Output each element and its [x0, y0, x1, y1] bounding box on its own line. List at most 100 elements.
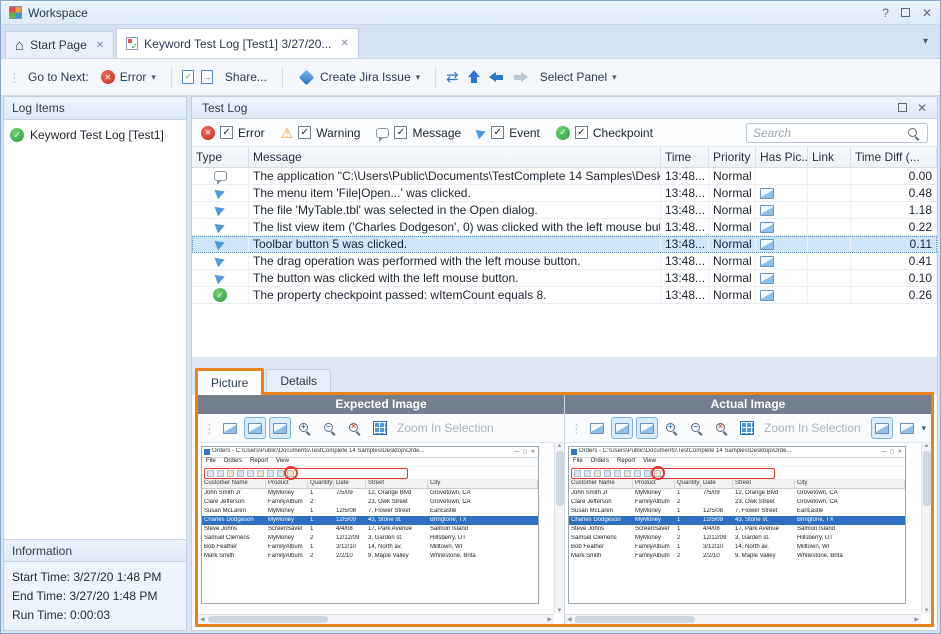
filter-message[interactable]: ✓ Message [376, 126, 461, 140]
zoom-in-icon[interactable]: + [294, 417, 316, 439]
orders-cell: 7, Flower Street [366, 508, 428, 515]
scroll-left-icon[interactable]: ◀ [200, 616, 205, 623]
zoom-in-icon[interactable]: + [661, 417, 683, 439]
column-time[interactable]: Time [661, 147, 709, 167]
tab-close-icon[interactable]: ✕ [96, 40, 104, 51]
chevron-down-icon[interactable]: ▾ [921, 423, 926, 434]
event-checkbox[interactable]: ✓ [491, 126, 504, 139]
search-icon[interactable] [907, 126, 921, 140]
log-time-diff-cell: 0.41 [851, 253, 937, 269]
filter-checkpoint[interactable]: ✓ Checkpoint [556, 126, 653, 140]
go-to-error-button[interactable]: Error ▾ [96, 67, 161, 87]
jump-to-source-icon[interactable]: ⇄ [446, 70, 459, 85]
log-row[interactable]: The application "C:\Users\Public\Documen… [192, 168, 937, 185]
view-expected-icon[interactable] [244, 417, 266, 439]
horizontal-scrollbar[interactable]: ◀ ▶ [198, 614, 554, 624]
picture-icon[interactable] [760, 256, 774, 267]
share-button[interactable]: Share... [220, 67, 272, 87]
vertical-scrollbar[interactable]: ▲ ▼ [554, 443, 564, 614]
zoom-out-icon[interactable]: − [319, 417, 341, 439]
toolbar-grip[interactable]: ⋮ [570, 422, 583, 435]
horizontal-scrollbar[interactable]: ◀ ▶ [565, 614, 921, 624]
scroll-up-icon[interactable]: ▲ [557, 443, 563, 449]
log-row[interactable]: The menu item 'File|Open...' was clicked… [192, 185, 937, 202]
picture-icon[interactable] [760, 205, 774, 216]
picture-icon[interactable] [760, 273, 774, 284]
restore-button[interactable] [901, 7, 910, 19]
copy-image-icon[interactable] [586, 417, 608, 439]
tab-details[interactable]: Details [266, 369, 331, 392]
toolbar-grip[interactable]: ⋮ [203, 422, 216, 435]
float-panel-icon[interactable] [898, 103, 907, 112]
forward-icon[interactable] [512, 70, 528, 85]
copy-image-icon[interactable] [219, 417, 241, 439]
tab-list-dropdown-icon[interactable]: ▾ [923, 36, 928, 47]
column-type[interactable]: Type [192, 147, 249, 167]
zoom-selection-icon[interactable] [736, 417, 758, 439]
picture-icon[interactable] [760, 222, 774, 233]
scroll-left-icon[interactable]: ◀ [567, 616, 572, 623]
log-row[interactable]: The property checkpoint passed: wItemCou… [192, 287, 937, 304]
scrollbar-thumb[interactable] [575, 616, 695, 623]
log-row[interactable]: The drag operation was performed with th… [192, 253, 937, 270]
zoom-reset-icon[interactable]: ✕ [711, 417, 733, 439]
zoom-selection-icon[interactable] [369, 417, 391, 439]
view-comparison-icon[interactable] [636, 417, 658, 439]
orders-grid-row: Samuel Clemens MyMoney 2 12/12/09 3, Gar… [569, 534, 905, 543]
tab-start-page[interactable]: ⌂ Start Page ✕ [5, 31, 114, 58]
show-difference-icon[interactable] [871, 417, 893, 439]
column-has-picture[interactable]: Has Pic... [756, 147, 808, 167]
view-actual-icon[interactable] [611, 417, 633, 439]
column-link[interactable]: Link [808, 147, 851, 167]
filter-error[interactable]: ✓ Error [201, 126, 265, 140]
scroll-right-icon[interactable]: ▶ [914, 616, 919, 623]
toolbar-grip[interactable]: ⋮ [8, 71, 21, 84]
search-input[interactable] [753, 126, 907, 140]
close-button[interactable]: ✕ [922, 7, 932, 19]
picture-options-icon[interactable] [896, 417, 918, 439]
close-panel-icon[interactable]: ✕ [917, 102, 927, 114]
checkpoint-checkbox[interactable]: ✓ [575, 126, 588, 139]
orders-app-screenshot: Orders - C:\Users\Public\Documents\TestC… [201, 446, 539, 604]
column-message[interactable]: Message [249, 147, 661, 167]
filter-warning[interactable]: ⚠ ✓ Warning [281, 126, 361, 140]
column-priority[interactable]: Priority [709, 147, 756, 167]
log-row[interactable]: The list view item ('Charles Dodgeson', … [192, 219, 937, 236]
up-one-level-icon[interactable] [466, 70, 482, 85]
log-row[interactable]: Toolbar button 5 was clicked. 13:48... N… [192, 236, 937, 253]
vertical-scrollbar[interactable]: ▲ ▼ [921, 443, 931, 614]
search-box[interactable] [746, 123, 928, 143]
view-comparison-icon[interactable] [269, 417, 291, 439]
select-panel-button[interactable]: Select Panel ▾ [535, 67, 622, 87]
scroll-up-icon[interactable]: ▲ [924, 443, 930, 449]
tree-item-keyword-test-log[interactable]: Keyword Test Log [Test1] [4, 125, 186, 145]
picture-icon[interactable] [760, 188, 774, 199]
tab-picture[interactable]: Picture [195, 368, 264, 395]
picture-icon[interactable] [760, 290, 774, 301]
orders-titlebar: Orders - C:\Users\Public\Documents\TestC… [569, 447, 905, 458]
message-checkbox[interactable]: ✓ [394, 126, 407, 139]
picture-icon[interactable] [760, 239, 774, 250]
scrollbar-thumb[interactable] [923, 451, 931, 506]
scroll-down-icon[interactable]: ▼ [924, 608, 930, 614]
warning-checkbox[interactable]: ✓ [298, 126, 311, 139]
scroll-down-icon[interactable]: ▼ [557, 608, 563, 614]
create-jira-issue-button[interactable]: Create Jira Issue ▾ [293, 67, 425, 87]
tab-close-icon[interactable]: ✕ [340, 38, 348, 49]
scrollbar-thumb[interactable] [556, 451, 564, 506]
help-button[interactable]: ? [882, 7, 889, 19]
error-checkbox[interactable]: ✓ [220, 126, 233, 139]
zoom-reset-icon[interactable]: ✕ [344, 417, 366, 439]
tab-keyword-test-log[interactable]: Keyword Test Log [Test1] 3/27/20... ✕ [116, 28, 359, 58]
scroll-right-icon[interactable]: ▶ [547, 616, 552, 623]
export-results-icon[interactable] [182, 70, 194, 84]
scrollbar-thumb[interactable] [208, 616, 328, 623]
log-row[interactable]: The button was clicked with the left mou… [192, 270, 937, 287]
window-controls: ? ✕ [882, 7, 932, 19]
column-time-diff[interactable]: Time Diff (... [851, 147, 937, 167]
zoom-out-icon[interactable]: − [686, 417, 708, 439]
back-icon[interactable] [489, 70, 505, 85]
log-row[interactable]: The file 'MyTable.tbl' was selected in t… [192, 202, 937, 219]
share-results-icon[interactable] [201, 70, 213, 84]
filter-event[interactable]: ✓ Event [477, 126, 540, 140]
